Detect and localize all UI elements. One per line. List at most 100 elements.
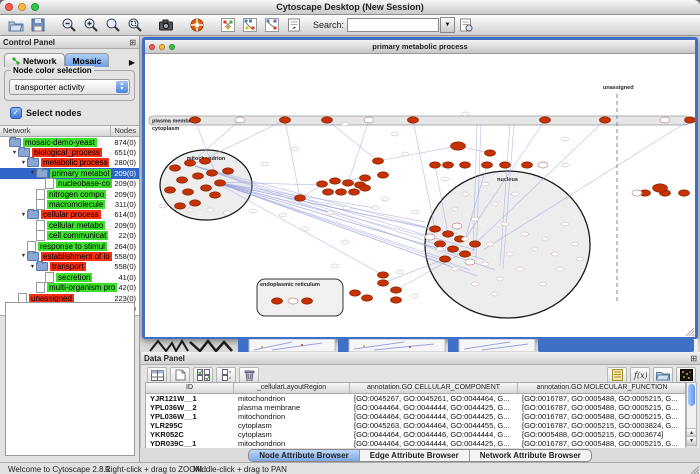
- graph-node[interactable]: [170, 165, 181, 171]
- graph-node-small[interactable]: [462, 237, 469, 241]
- attribute-list-icon[interactable]: [216, 367, 236, 384]
- tree-row[interactable]: response to stimul264(0): [0, 241, 139, 251]
- tree-row[interactable]: ▼metabolic process280(0): [0, 158, 139, 168]
- graph-node-small[interactable]: [262, 162, 269, 166]
- table-row[interactable]: YPL036W__2plasma membrane[GO:0044464, GO…: [146, 403, 685, 412]
- zoom-selected-region-icon[interactable]: [124, 16, 146, 35]
- graph-node-small[interactable]: [302, 227, 309, 231]
- snapshot-camera-icon[interactable]: [155, 16, 177, 35]
- title-bar[interactable]: Cytoscape Desktop (New Session): [0, 0, 700, 15]
- graph-node-small[interactable]: [492, 202, 499, 206]
- graph-node[interactable]: [272, 298, 283, 304]
- graph-node[interactable]: [391, 297, 402, 303]
- tree-row[interactable]: nucleobase-co209(0): [0, 179, 139, 189]
- graph-node-small[interactable]: [572, 242, 579, 246]
- notes-icon[interactable]: [607, 367, 627, 384]
- tree-row[interactable]: secretion41(0): [0, 272, 139, 282]
- graph-node-small[interactable]: [187, 208, 194, 212]
- graph-node-small[interactable]: [472, 217, 479, 221]
- network-view-window[interactable]: primary metabolic process plasma membran…: [142, 37, 698, 339]
- graph-node[interactable]: [175, 203, 186, 209]
- graph-node[interactable]: [177, 177, 188, 183]
- tree-row[interactable]: nitrogen compo209(0): [0, 189, 139, 199]
- graph-node-small[interactable]: [487, 242, 494, 246]
- vizmapper-icon[interactable]: [217, 16, 239, 35]
- graph-node-small[interactable]: [522, 232, 529, 236]
- graph-node-small[interactable]: [462, 112, 469, 116]
- table-row[interactable]: YPL036W__1mitochondrion[GO:0044464, GO:0…: [146, 412, 685, 421]
- graph-node-small[interactable]: [392, 132, 399, 136]
- function-builder-icon[interactable]: f(x): [630, 367, 650, 384]
- graph-node[interactable]: [165, 187, 176, 193]
- graph-node-small[interactable]: [327, 211, 334, 215]
- open-session-icon[interactable]: [5, 16, 27, 35]
- graph-node[interactable]: [343, 180, 354, 186]
- network-window-titlebar[interactable]: primary metabolic process: [145, 40, 695, 54]
- graph-edge[interactable]: [378, 146, 458, 161]
- column-header[interactable]: annotation.GO MOLECULAR_FUNCTION: [518, 383, 687, 393]
- graph-node[interactable]: [302, 298, 313, 304]
- graph-node[interactable]: [632, 190, 642, 196]
- graph-node[interactable]: [522, 162, 533, 168]
- graph-node[interactable]: [288, 298, 298, 304]
- graph-node-small[interactable]: [562, 222, 569, 226]
- graph-node[interactable]: [190, 200, 201, 206]
- tree-expander-icon[interactable]: ▼: [20, 160, 27, 166]
- network-canvas[interactable]: plasma membranecytoplasmmitochondrionnuc…: [145, 54, 695, 337]
- tree-expander-icon[interactable]: ▼: [29, 264, 36, 270]
- graph-node-small[interactable]: [482, 262, 489, 266]
- graph-node-small[interactable]: [250, 209, 257, 213]
- graph-node[interactable]: [349, 189, 360, 195]
- graph-node[interactable]: [373, 158, 384, 164]
- graph-node-small[interactable]: [462, 192, 469, 196]
- tree-row[interactable]: cell communicat22(0): [0, 231, 139, 241]
- tree-row[interactable]: cellular metabo209(0): [0, 220, 139, 230]
- tree-expander-icon[interactable]: ▼: [29, 170, 36, 176]
- tree-expander-icon[interactable]: ▼: [11, 150, 18, 156]
- save-session-icon[interactable]: [27, 16, 49, 35]
- graph-node[interactable]: [460, 162, 471, 168]
- graph-node[interactable]: [317, 181, 328, 187]
- graph-node-small[interactable]: [342, 122, 349, 126]
- graph-node-small[interactable]: [402, 152, 409, 156]
- column-header[interactable]: _cellularLayoutRegion: [234, 383, 350, 393]
- column-header[interactable]: annotation.GO CELLULAR_COMPONENT: [350, 383, 518, 393]
- graph-node[interactable]: [210, 192, 221, 198]
- graph-node-small[interactable]: [482, 182, 489, 186]
- graph-node[interactable]: [540, 117, 551, 123]
- graph-node-small[interactable]: [412, 294, 419, 298]
- graph-node[interactable]: [430, 162, 441, 168]
- new-attribute-icon[interactable]: [170, 367, 190, 384]
- tree-expander-icon[interactable]: ▼: [20, 212, 27, 218]
- tab-network[interactable]: Network: [4, 53, 65, 67]
- tree-row[interactable]: ▼transport558(0): [0, 262, 139, 272]
- tab-network-attribute-browser[interactable]: Network Attribute Browser: [470, 450, 591, 461]
- annotation-icon[interactable]: [283, 16, 305, 35]
- tree-row[interactable]: macromolecule311(0): [0, 199, 139, 209]
- graph-node[interactable]: [207, 170, 218, 176]
- graph-node[interactable]: [470, 241, 481, 247]
- select-nodes-checkbox[interactable]: ✓: [10, 107, 22, 119]
- graph-node[interactable]: [336, 189, 347, 195]
- graph-node[interactable]: [183, 189, 194, 195]
- graph-node[interactable]: [538, 162, 548, 168]
- graph-node[interactable]: [185, 160, 196, 166]
- graph-node[interactable]: [330, 178, 341, 184]
- tree-column-nodes[interactable]: Nodes: [111, 126, 139, 136]
- zoom-fit-icon[interactable]: [102, 16, 124, 35]
- resize-grip-icon[interactable]: [684, 326, 694, 336]
- graph-node[interactable]: [360, 175, 371, 181]
- graph-node-small[interactable]: [542, 237, 549, 241]
- graph-node[interactable]: [452, 223, 462, 229]
- graph-node[interactable]: [364, 117, 374, 123]
- graph-node-small[interactable]: [412, 210, 419, 214]
- graph-node-small[interactable]: [472, 282, 479, 286]
- graph-node[interactable]: [295, 195, 306, 201]
- tree-row[interactable]: ▼establishment of lo558(0): [0, 251, 139, 261]
- table-row[interactable]: YJR121W__1mitochondrion[GO:0045267, GO:0…: [146, 394, 685, 403]
- tab-mosaic[interactable]: Mosaic: [65, 53, 110, 67]
- graph-node[interactable]: [193, 173, 204, 179]
- graph-node-small[interactable]: [437, 247, 444, 251]
- graph-node[interactable]: [378, 280, 389, 286]
- graph-node-small[interactable]: [577, 257, 584, 261]
